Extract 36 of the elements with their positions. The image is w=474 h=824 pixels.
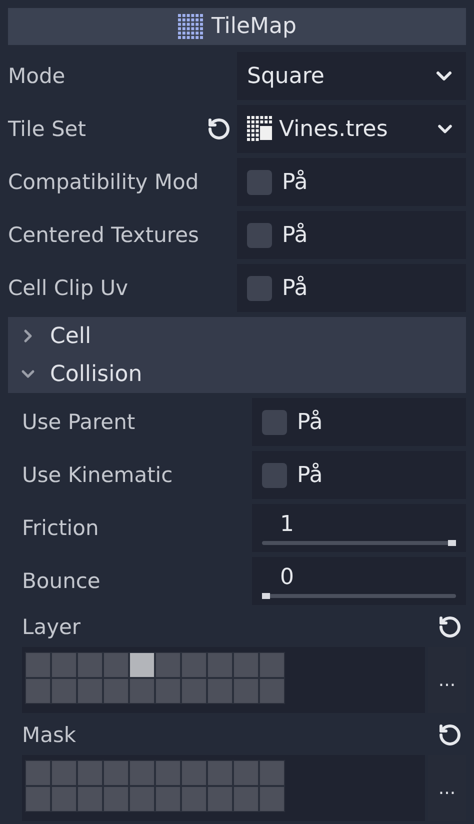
- resource-picker[interactable]: Vines.tres: [237, 105, 466, 153]
- slider-field[interactable]: 1: [252, 504, 466, 552]
- checkbox[interactable]: [247, 222, 272, 248]
- checkbox-label: På: [282, 222, 308, 248]
- checkbox-label: På: [282, 276, 308, 300]
- property-label: Mode: [8, 64, 66, 88]
- grid-icon: [247, 116, 273, 142]
- property-label: Use Parent: [22, 410, 136, 434]
- checkbox-label: På: [297, 462, 323, 488]
- checkbox-label: På: [297, 410, 323, 434]
- reset-icon[interactable]: [438, 615, 462, 639]
- checkbox-label: På: [282, 170, 308, 194]
- grid-icon: [178, 14, 204, 40]
- reset-icon[interactable]: [207, 117, 231, 141]
- property-label: Mask: [22, 723, 76, 747]
- property-label: Cell Clip Uv: [8, 276, 128, 300]
- property-label: Use Kinematic: [22, 463, 173, 487]
- checkbox[interactable]: [262, 462, 287, 488]
- property-label: Centered Textures: [8, 223, 199, 247]
- node-title: TileMap: [212, 14, 296, 39]
- layer-bit[interactable]: [129, 652, 155, 678]
- property-label: Compatibility Mod: [8, 170, 199, 194]
- slider-thumb[interactable]: [448, 540, 456, 546]
- slider-field[interactable]: 0: [252, 557, 466, 605]
- property-label: Layer: [22, 615, 81, 639]
- checkbox[interactable]: [247, 170, 272, 194]
- section-header[interactable]: Collision: [8, 355, 466, 393]
- property-label: Tile Set: [8, 117, 86, 141]
- reset-icon[interactable]: [438, 723, 462, 747]
- property-label: Friction: [22, 516, 99, 540]
- checkbox[interactable]: [262, 410, 287, 434]
- dropdown[interactable]: Square: [237, 52, 466, 100]
- property-label: Bounce: [22, 569, 100, 593]
- slider-thumb[interactable]: [262, 592, 270, 598]
- section-header[interactable]: Cell: [8, 317, 466, 355]
- checkbox[interactable]: [247, 276, 272, 300]
